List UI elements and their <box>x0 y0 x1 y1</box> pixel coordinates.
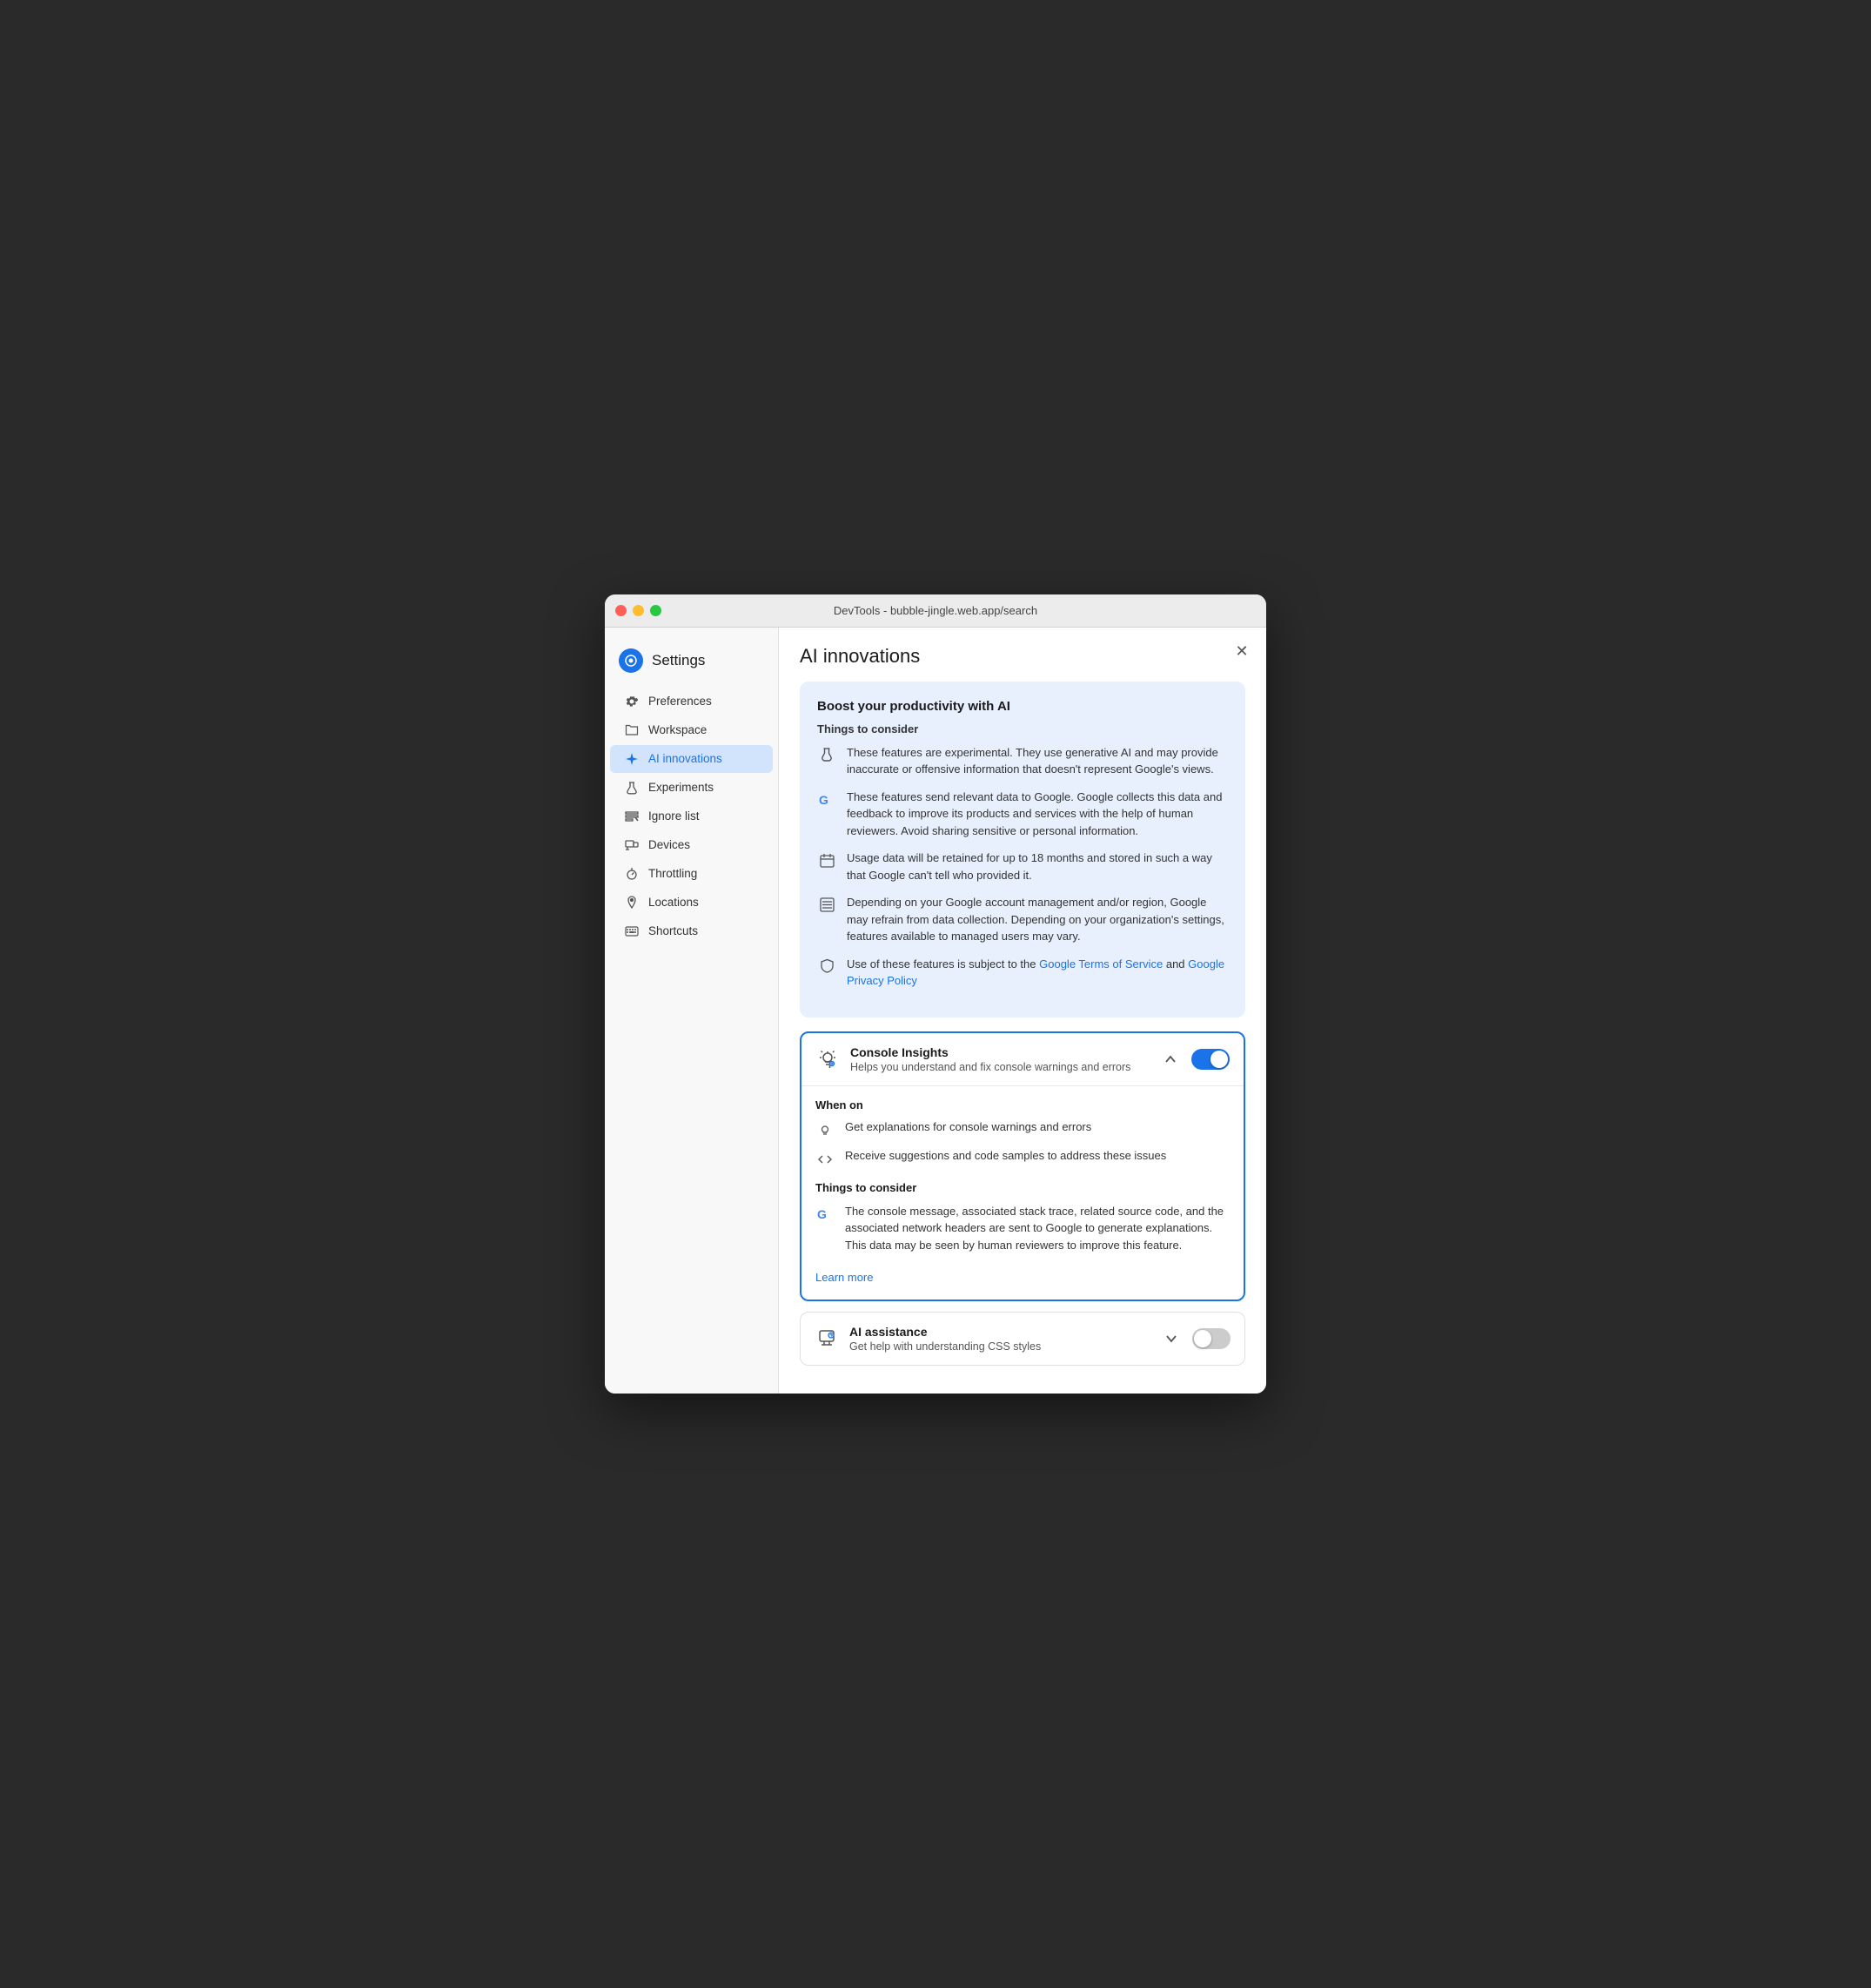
minimize-traffic-light[interactable] <box>633 605 644 616</box>
ai-assistance-icon <box>815 1326 839 1351</box>
info-card-title: Boost your productivity with AI <box>817 699 1228 714</box>
ai-assistance-header: AI assistance Get help with understandin… <box>801 1313 1244 1365</box>
info-item-0: These features are experimental. They us… <box>817 744 1228 778</box>
main-content: ✕ AI innovations Boost your productivity… <box>779 628 1266 1394</box>
calendar-icon <box>817 850 836 870</box>
console-insights-info: Console Insights Helps you understand an… <box>850 1045 1148 1073</box>
sidebar-item-locations[interactable]: Locations <box>610 889 773 917</box>
benefit-text-0: Get explanations for console warnings an… <box>845 1120 1091 1133</box>
keyboard-icon <box>624 923 640 939</box>
close-button[interactable]: ✕ <box>1231 641 1252 662</box>
info-card: Boost your productivity with AI Things t… <box>800 682 1245 1018</box>
toggle-thumb <box>1194 1330 1211 1347</box>
sidebar-item-preferences[interactable]: Preferences <box>610 688 773 715</box>
sidebar-item-label: AI innovations <box>648 752 722 765</box>
consideration-0: G The console message, associated stack … <box>815 1203 1230 1254</box>
maximize-traffic-light[interactable] <box>650 605 661 616</box>
info-text-3: Depending on your Google account managem… <box>847 894 1228 945</box>
titlebar: DevTools - bubble-jingle.web.app/search <box>605 594 1266 628</box>
sidebar-item-label: Experiments <box>648 781 714 794</box>
console-insights-name: Console Insights <box>850 1045 1148 1059</box>
settings-window: DevTools - bubble-jingle.web.app/search … <box>605 594 1266 1394</box>
list-icon <box>817 895 836 914</box>
info-card-subtitle: Things to consider <box>817 722 1228 735</box>
traffic-lights <box>615 605 661 616</box>
sidebar-item-label: Shortcuts <box>648 924 698 937</box>
learn-more-link[interactable]: Learn more <box>815 1271 873 1284</box>
console-insights-card: Console Insights Helps you understand an… <box>800 1031 1245 1302</box>
google-icon-2: G <box>815 1204 835 1223</box>
chevron-up-button[interactable] <box>1158 1047 1183 1071</box>
sidebar: Settings Preferences Workspace <box>605 628 779 1394</box>
sidebar-item-shortcuts[interactable]: Shortcuts <box>610 917 773 945</box>
sidebar-item-throttling[interactable]: Throttling <box>610 860 773 888</box>
console-insights-expanded: When on Get explanations for console war… <box>801 1085 1244 1300</box>
sidebar-item-workspace[interactable]: Workspace <box>610 716 773 744</box>
info-item-2: Usage data will be retained for up to 18… <box>817 850 1228 883</box>
benefit-text-1: Receive suggestions and code samples to … <box>845 1149 1166 1162</box>
info-text-2: Usage data will be retained for up to 18… <box>847 850 1228 883</box>
sidebar-item-ai-innovations[interactable]: AI innovations <box>610 745 773 773</box>
window-title: DevTools - bubble-jingle.web.app/search <box>834 604 1037 617</box>
bulb-plus-icon <box>815 1047 840 1071</box>
ai-assistance-desc: Get help with understanding CSS styles <box>849 1340 1149 1353</box>
benefit-item-1: Receive suggestions and code samples to … <box>815 1149 1230 1169</box>
code-icon <box>815 1150 835 1169</box>
sidebar-item-label: Throttling <box>648 867 697 880</box>
toggle-thumb <box>1210 1051 1228 1068</box>
ai-assistance-name: AI assistance <box>849 1325 1149 1339</box>
folder-icon <box>624 722 640 738</box>
info-text-0: These features are experimental. They us… <box>847 744 1228 778</box>
when-on-title: When on <box>815 1098 1230 1112</box>
info-item-4: Use of these features is subject to the … <box>817 956 1228 990</box>
window-content: Settings Preferences Workspace <box>605 628 1266 1394</box>
console-insights-toggle[interactable] <box>1191 1049 1230 1070</box>
benefit-item-0: Get explanations for console warnings an… <box>815 1120 1230 1140</box>
ignore-icon <box>624 809 640 824</box>
sidebar-item-label: Locations <box>648 896 699 909</box>
settings-logo <box>619 648 643 673</box>
close-traffic-light[interactable] <box>615 605 627 616</box>
sidebar-title: Settings <box>652 652 705 669</box>
privacy-link[interactable]: Google Privacy Policy <box>847 957 1224 988</box>
tos-link[interactable]: Google Terms of Service <box>1039 957 1163 970</box>
considerations-title: Things to consider <box>815 1181 1230 1194</box>
chevron-down-button[interactable] <box>1159 1326 1184 1351</box>
console-insights-actions <box>1158 1047 1230 1071</box>
experimental-icon <box>817 745 836 764</box>
info-text-4: Use of these features is subject to the … <box>847 956 1228 990</box>
info-item-1: G These features send relevant data to G… <box>817 789 1228 840</box>
sparkle-icon <box>624 751 640 767</box>
console-insights-desc: Helps you understand and fix console war… <box>850 1061 1148 1073</box>
ai-assistance-toggle[interactable] <box>1192 1328 1231 1349</box>
gear-icon <box>624 694 640 709</box>
page-title: AI innovations <box>800 645 1245 668</box>
sidebar-header: Settings <box>605 641 778 687</box>
sidebar-item-label: Ignore list <box>648 809 700 823</box>
ai-assistance-actions <box>1159 1326 1231 1351</box>
sidebar-item-ignore-list[interactable]: Ignore list <box>610 803 773 830</box>
info-item-3: Depending on your Google account managem… <box>817 894 1228 945</box>
consideration-text-0: The console message, associated stack tr… <box>845 1203 1230 1254</box>
throttle-icon <box>624 866 640 882</box>
shield-icon <box>817 957 836 976</box>
console-insights-header: Console Insights Helps you understand an… <box>801 1033 1244 1085</box>
sidebar-item-label: Workspace <box>648 723 707 736</box>
flask-icon <box>624 780 640 796</box>
google-icon-1: G <box>817 789 836 809</box>
location-icon <box>624 895 640 910</box>
sidebar-item-experiments[interactable]: Experiments <box>610 774 773 802</box>
ai-assistance-info: AI assistance Get help with understandin… <box>849 1325 1149 1353</box>
bulb-icon <box>815 1121 835 1140</box>
info-text-1: These features send relevant data to Goo… <box>847 789 1228 840</box>
sidebar-item-devices[interactable]: Devices <box>610 831 773 859</box>
sidebar-item-label: Preferences <box>648 695 712 708</box>
ai-assistance-card: AI assistance Get help with understandin… <box>800 1312 1245 1366</box>
sidebar-item-label: Devices <box>648 838 690 851</box>
devices-icon <box>624 837 640 853</box>
